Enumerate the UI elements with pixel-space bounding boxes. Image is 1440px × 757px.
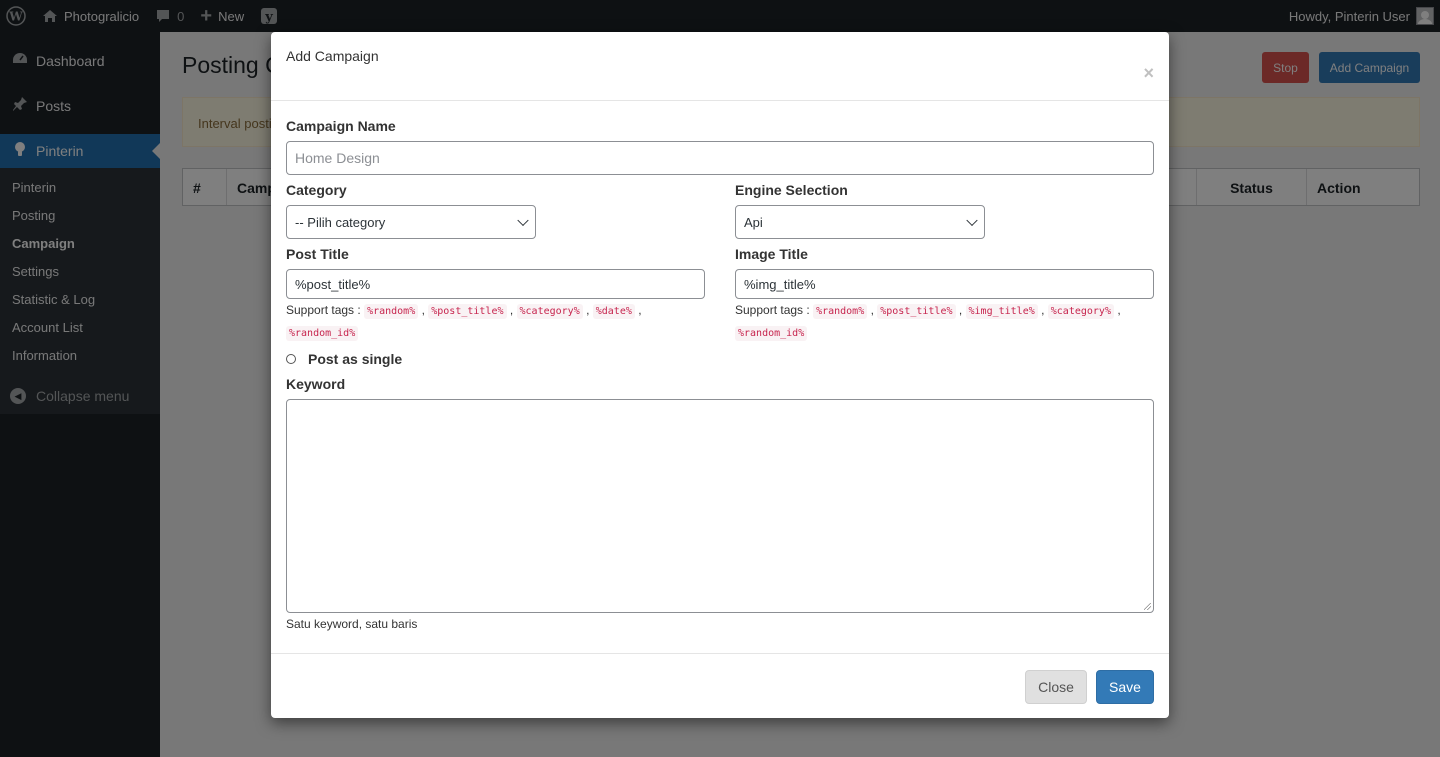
post-title-label: Post Title — [286, 246, 349, 262]
close-button[interactable]: Close — [1025, 670, 1087, 704]
add-campaign-modal: Add Campaign × Campaign Name Home Design… — [271, 32, 1169, 718]
tag-category: %category% — [1047, 304, 1114, 319]
modal-title: Add Campaign — [286, 48, 379, 64]
engine-select[interactable]: Api — [735, 205, 985, 239]
keyword-textarea[interactable] — [286, 399, 1154, 613]
tag-img-title: %img_title% — [965, 304, 1038, 319]
image-title-input[interactable]: %img_title% — [735, 269, 1154, 299]
image-title-value: %img_title% — [744, 276, 816, 292]
save-button[interactable]: Save — [1096, 670, 1154, 704]
support-tags-label: Support tags : — [735, 303, 810, 317]
category-selected-value: -- Pilih category — [295, 214, 386, 230]
tag-random-id: %random_id% — [735, 326, 808, 341]
modal-header: Add Campaign × — [271, 32, 1169, 101]
category-label: Category — [286, 182, 347, 198]
engine-selection-label: Engine Selection — [735, 182, 848, 198]
keyword-help-text: Satu keyword, satu baris — [286, 617, 418, 631]
tag-category: %category% — [516, 304, 583, 319]
modal-footer: Close Save — [271, 653, 1169, 718]
category-select[interactable]: -- Pilih category — [286, 205, 536, 239]
tag-date: %date% — [592, 304, 635, 319]
tag-random: %random% — [813, 304, 868, 319]
tag-post-title: %post_title% — [877, 304, 956, 319]
chevron-down-icon — [517, 214, 529, 227]
image-title-label: Image Title — [735, 246, 808, 262]
chevron-down-icon — [966, 214, 978, 227]
post-title-value: %post_title% — [295, 276, 371, 292]
keyword-label: Keyword — [286, 376, 346, 392]
campaign-name-input[interactable]: Home Design — [286, 141, 1154, 175]
post-title-input[interactable]: %post_title% — [286, 269, 705, 299]
tag-random-id: %random_id% — [286, 326, 359, 341]
post-title-support-tags: Support tags : %random% , %post_title% ,… — [286, 303, 642, 341]
campaign-name-placeholder: Home Design — [295, 150, 380, 166]
tag-post-title: %post_title% — [428, 304, 507, 319]
close-icon[interactable]: × — [1143, 64, 1154, 82]
support-tags-label: Support tags : — [286, 303, 361, 317]
post-as-single-label: Post as single — [308, 351, 403, 367]
image-title-support-tags: Support tags : %random% , %post_title% ,… — [735, 303, 1121, 341]
tag-random: %random% — [364, 304, 419, 319]
engine-selected-value: Api — [744, 214, 763, 230]
post-as-single-radio[interactable] — [286, 354, 296, 364]
campaign-name-label: Campaign Name — [286, 118, 396, 134]
resize-handle-icon[interactable] — [1144, 603, 1151, 610]
